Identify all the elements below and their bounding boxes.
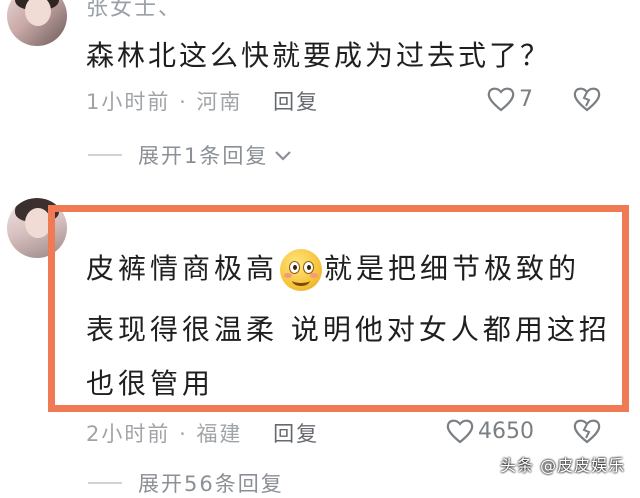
chevron-down-icon [275, 151, 292, 161]
comment-location: 福建 [196, 422, 243, 446]
comment-text-line-1: 皮裤情商极高 就是把细节极致的 [86, 247, 580, 291]
comment-text-part: 皮裤情商极高 [86, 252, 279, 285]
expand-replies-label: 展开56条回复 [138, 472, 284, 496]
comment-time: 1小时前 [86, 90, 171, 114]
reply-button[interactable]: 回复 [273, 422, 319, 446]
comment-username[interactable]: 张女士、 [86, 0, 182, 22]
comment-text-line-3: 也很管用 [86, 367, 215, 400]
expand-replies-button[interactable]: 展开56条回复 [88, 468, 284, 498]
expand-replies-label: 展开1条回复 [138, 144, 269, 168]
smiling-face-icon [280, 249, 323, 291]
dislike-button[interactable] [573, 418, 601, 448]
dislike-button[interactable] [573, 86, 601, 116]
watermark: 头条 @皮皮娱乐 [500, 456, 626, 475]
meta-separator: · [179, 422, 188, 446]
avatar[interactable] [7, 0, 67, 46]
like-button[interactable]: 7 [487, 86, 533, 112]
comment-text-part: 就是把细节极致的 [324, 252, 581, 285]
broken-heart-icon [573, 87, 601, 112]
comment-text: 森林北这么快就要成为过去式了？ [86, 39, 552, 72]
heart-outline-icon [446, 419, 474, 444]
expand-divider [88, 482, 122, 484]
like-count: 4650 [478, 418, 534, 444]
heart-outline-icon [487, 87, 515, 112]
comment-time: 2小时前 [86, 422, 171, 446]
comment-meta: 1小时前 · 河南 回复 [86, 86, 319, 116]
reply-button[interactable]: 回复 [273, 90, 319, 114]
broken-heart-icon [573, 419, 601, 444]
comment-text-line-2: 表现得很温柔 说明他对女人都用这招 [86, 313, 611, 346]
comment-location: 河南 [196, 90, 243, 114]
meta-separator: · [179, 90, 188, 114]
expand-replies-button[interactable]: 展开1条回复 [88, 140, 294, 170]
like-button[interactable]: 4650 [446, 418, 534, 444]
like-count: 7 [519, 86, 533, 112]
expand-divider [88, 154, 122, 156]
comment-meta: 2小时前 · 福建 回复 [86, 418, 319, 448]
